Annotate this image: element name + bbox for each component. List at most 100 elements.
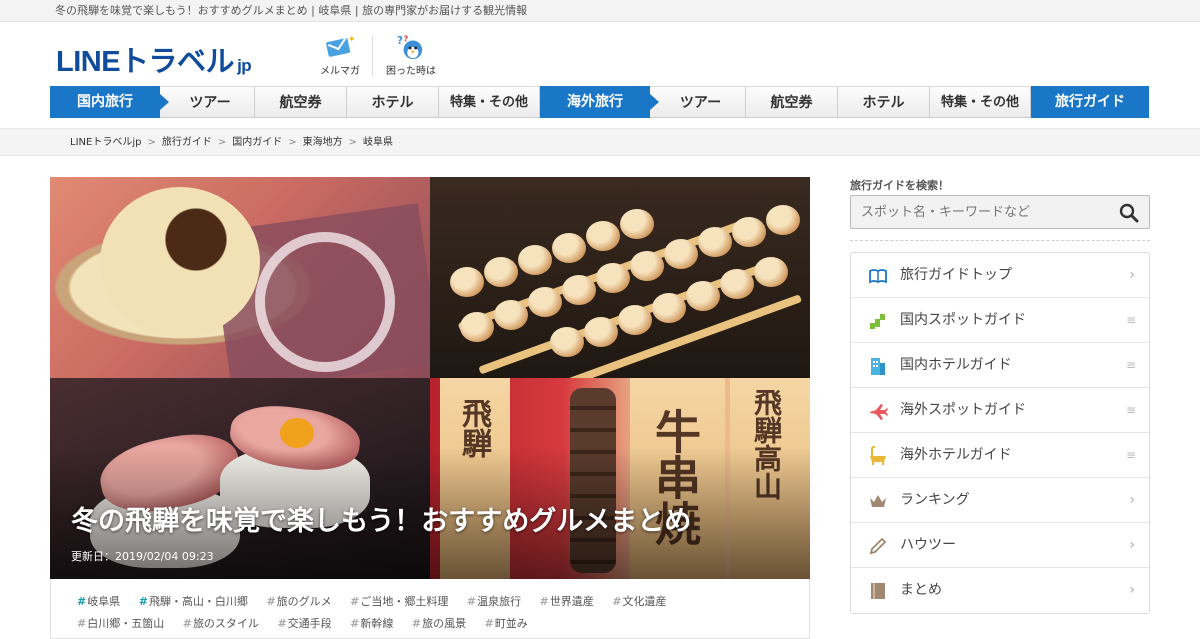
menu-item-label: ランキング bbox=[900, 492, 970, 508]
tag-onsen[interactable]: #温泉旅行 bbox=[467, 591, 521, 613]
tab-overseas-features[interactable]: 特集・その他 bbox=[930, 86, 1031, 118]
hash-icon: # bbox=[612, 595, 622, 608]
guide-menu: 旅行ガイドトップ › 国内スポットガイド ≡ 国内ホテルガイド ≡ 海外スポット… bbox=[850, 252, 1150, 614]
tag-row: #岐阜県 #飛騨・高山・白川郷 #旅のグルメ #ご当地・郷土料理 #温泉旅行 #… bbox=[77, 591, 809, 613]
menu-item-label: 海外ホテルガイド bbox=[900, 447, 1012, 463]
hash-icon: # bbox=[484, 617, 494, 630]
menu-item-overseas-hotels[interactable]: 海外ホテルガイド ≡ bbox=[851, 433, 1149, 478]
tab-domestic-tour[interactable]: ツアー bbox=[160, 86, 255, 118]
menu-item-label: 国内スポットガイド bbox=[900, 312, 1026, 328]
tag-transport[interactable]: #交通手段 bbox=[277, 613, 331, 635]
logo-suffix: jp bbox=[237, 56, 252, 75]
menu-item-howto[interactable]: ハウツー › bbox=[851, 523, 1149, 568]
logo-main: LINEトラベル bbox=[56, 46, 235, 78]
article-updated-date: 更新日：2019/02/04 09:23 bbox=[71, 550, 214, 563]
tab-overseas-flight[interactable]: 航空券 bbox=[746, 86, 838, 118]
breadcrumb-item-gifu: 岐阜県 bbox=[363, 137, 394, 148]
svg-text:?: ? bbox=[404, 34, 409, 43]
tag-label: 旅のスタイル bbox=[192, 617, 259, 630]
tag-label: 世界遺産 bbox=[549, 595, 594, 608]
tag-row: #白川郷・五箇山 #旅のスタイル #交通手段 #新幹線 #旅の風景 #町並み bbox=[77, 613, 809, 635]
tag-townscape[interactable]: #町並み bbox=[485, 613, 528, 635]
article-title: 冬の飛騨を味覚で楽しもう！おすすめグルメまとめ bbox=[71, 506, 692, 537]
menu-item-ranking[interactable]: ランキング › bbox=[851, 478, 1149, 523]
airplane-icon bbox=[870, 404, 888, 420]
menu-item-domestic-hotels[interactable]: 国内ホテルガイド ≡ bbox=[851, 343, 1149, 388]
tag-world-heritage[interactable]: #世界遺産 bbox=[540, 591, 594, 613]
breadcrumb-separator: > bbox=[288, 137, 297, 148]
crown-icon bbox=[870, 495, 886, 507]
tag-label: 飛騨・高山・白川郷 bbox=[148, 595, 248, 608]
tag-gourmet[interactable]: #旅のグルメ bbox=[266, 591, 331, 613]
expand-lines-icon: ≡ bbox=[1125, 448, 1136, 462]
tag-local-food[interactable]: #ご当地・郷土料理 bbox=[350, 591, 448, 613]
tab-overseas-hotel[interactable]: ホテル bbox=[838, 86, 930, 118]
tab-overseas-tour[interactable]: ツアー bbox=[650, 86, 746, 118]
tag-gifu[interactable]: #岐阜県 bbox=[77, 591, 120, 613]
hash-icon: # bbox=[266, 595, 276, 608]
hash-icon: # bbox=[466, 595, 477, 608]
tab-domestic-features[interactable]: 特集・その他 bbox=[439, 86, 540, 118]
article-tags: #岐阜県 #飛騨・高山・白川郷 #旅のグルメ #ご当地・郷土料理 #温泉旅行 #… bbox=[50, 579, 810, 639]
breadcrumb-item-domestic[interactable]: 国内ガイド bbox=[232, 137, 282, 148]
tag-label: 交通手段 bbox=[287, 617, 332, 630]
tab-travel-guide[interactable]: 旅行ガイド bbox=[1031, 86, 1149, 118]
menu-item-label: 海外スポットガイド bbox=[900, 402, 1026, 418]
chevron-right-icon: › bbox=[1129, 267, 1135, 283]
hero-photo-mitarashi-dango bbox=[430, 177, 810, 378]
tag-hida-takayama[interactable]: #飛騨・高山・白川郷 bbox=[139, 591, 248, 613]
expand-lines-icon: ≡ bbox=[1125, 313, 1136, 327]
bathtub-icon bbox=[870, 446, 886, 465]
chevron-right-icon: › bbox=[1129, 492, 1135, 508]
breadcrumb-separator: > bbox=[217, 137, 227, 148]
search-label: 旅行ガイドを検索！ bbox=[850, 179, 949, 192]
expand-lines-icon: ≡ bbox=[1125, 403, 1136, 417]
breadcrumb-item-top[interactable]: LINEトラベルjp bbox=[70, 137, 141, 148]
mail-magazine-link[interactable]: ✦ メルマガ bbox=[310, 34, 370, 77]
tag-label: 町並み bbox=[494, 617, 528, 630]
tag-label: 旅の風景 bbox=[422, 617, 467, 630]
tab-domestic-travel[interactable]: 国内旅行 bbox=[50, 86, 169, 118]
search-icon[interactable] bbox=[1119, 203, 1139, 223]
tag-label: 文化遺産 bbox=[622, 595, 667, 608]
breadcrumb-separator: > bbox=[147, 137, 156, 148]
hash-icon: # bbox=[277, 617, 287, 630]
hash-icon: # bbox=[138, 595, 148, 608]
tag-scenery[interactable]: #旅の風景 bbox=[412, 613, 466, 635]
search-input[interactable] bbox=[851, 196, 1149, 228]
menu-item-guide-top[interactable]: 旅行ガイドトップ › bbox=[851, 253, 1149, 298]
tag-travel-style[interactable]: #旅のスタイル bbox=[183, 613, 259, 635]
tag-shirakawago[interactable]: #白川郷・五箇山 bbox=[77, 613, 164, 635]
help-link[interactable]: ? ? 困った時は bbox=[381, 34, 441, 77]
tag-label: 温泉旅行 bbox=[477, 595, 522, 608]
tag-label: 新幹線 bbox=[360, 617, 394, 630]
tab-domestic-hotel[interactable]: ホテル bbox=[347, 86, 439, 118]
menu-item-matome[interactable]: まとめ › bbox=[851, 568, 1149, 613]
chevron-right-icon: › bbox=[1129, 582, 1135, 598]
japan-map-icon bbox=[870, 314, 885, 329]
header-divider bbox=[372, 36, 373, 76]
tab-overseas-travel[interactable]: 海外旅行 bbox=[540, 86, 659, 118]
article-hero[interactable]: 飛騨 牛串焼 飛騨高山 冬の飛騨を味覚で楽しもう！おすすめグルメまとめ 更新日：… bbox=[50, 177, 810, 579]
tab-domestic-flight[interactable]: 航空券 bbox=[255, 86, 347, 118]
menu-item-overseas-spots[interactable]: 海外スポットガイド ≡ bbox=[851, 388, 1149, 433]
menu-item-label: ハウツー bbox=[900, 537, 956, 553]
tag-cultural-heritage[interactable]: #文化遺産 bbox=[612, 591, 666, 613]
menu-item-domestic-spots[interactable]: 国内スポットガイド ≡ bbox=[851, 298, 1149, 343]
hash-icon: # bbox=[77, 617, 87, 630]
breadcrumb-item-guide[interactable]: 旅行ガイド bbox=[162, 137, 212, 148]
hash-icon: # bbox=[411, 617, 422, 630]
building-icon bbox=[871, 358, 885, 375]
hash-icon: # bbox=[350, 617, 360, 630]
mail-magazine-label: メルマガ bbox=[320, 66, 360, 77]
hero-photo-meat-bun bbox=[50, 177, 430, 378]
expand-lines-icon: ≡ bbox=[1125, 358, 1136, 372]
breadcrumb: LINEトラベルjp > 旅行ガイド > 国内ガイド > 東海地方 > 岐阜県 bbox=[70, 129, 393, 157]
hash-icon: # bbox=[350, 595, 360, 608]
help-label: 困った時は bbox=[386, 66, 436, 77]
breadcrumb-item-tokai[interactable]: 東海地方 bbox=[303, 137, 343, 148]
site-logo[interactable]: LINEトラベル jp bbox=[56, 38, 252, 80]
divider bbox=[850, 240, 1150, 241]
tag-shinkansen[interactable]: #新幹線 bbox=[350, 613, 393, 635]
site-header: LINEトラベル jp ✦ メルマガ ? ? 困った時は bbox=[0, 22, 1200, 84]
